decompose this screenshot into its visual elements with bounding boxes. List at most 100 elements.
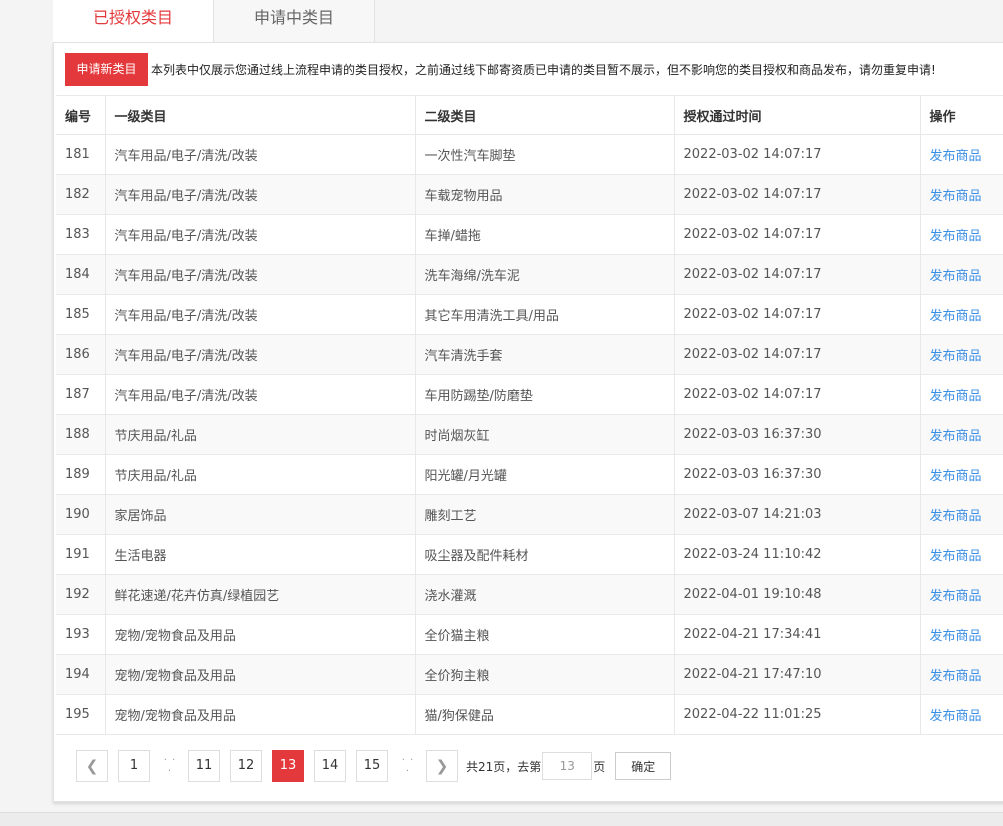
cell-cat1: 节庆用品/礼品	[105, 454, 416, 495]
cell-cat1: 汽车用品/电子/清洗/改装	[105, 214, 416, 255]
apply-new-category-button[interactable]: 申请新类目	[65, 53, 148, 86]
cell-id: 193	[56, 614, 106, 655]
cell-id: 181	[56, 134, 106, 175]
cell-id: 186	[56, 334, 106, 375]
publish-product-link[interactable]: 发布商品	[920, 574, 1003, 615]
publish-product-link[interactable]: 发布商品	[920, 414, 1003, 455]
table-row: 188 节庆用品/礼品 时尚烟灰缸 2022-03-03 16:37:30 发布商品	[56, 414, 1003, 455]
cell-id: 194	[56, 654, 106, 695]
cell-time: 2022-04-21 17:47:10	[674, 654, 921, 695]
publish-product-link[interactable]: 发布商品	[920, 654, 1003, 695]
page-button-current[interactable]: 13	[272, 750, 304, 782]
cell-cat1: 家居饰品	[105, 494, 416, 535]
table-row: 185 汽车用品/电子/清洗/改装 其它车用清洗工具/用品 2022-03-02 14…	[56, 294, 1003, 335]
confirm-button[interactable]: 确定	[615, 752, 672, 780]
cell-time: 2022-03-02 14:07:17	[674, 294, 921, 335]
publish-product-link[interactable]: 发布商品	[920, 694, 1003, 735]
publish-product-link[interactable]: 发布商品	[920, 174, 1003, 215]
pagination: ❮ 1 · · · 11 12 13 14 15 · · · ❯ 共21页，去第…	[76, 750, 672, 782]
table-row: 186 汽车用品/电子/清洗/改装 汽车清洗手套 2022-03-02 14:07:1…	[56, 334, 1003, 375]
cell-cat2: 雕刻工艺	[415, 494, 675, 535]
page-button[interactable]: 15	[356, 750, 388, 782]
cell-cat2: 一次性汽车脚垫	[415, 134, 675, 175]
cell-cat2: 汽车清洗手套	[415, 334, 675, 375]
cell-time: 2022-03-24 11:10:42	[674, 534, 921, 575]
publish-product-link[interactable]: 发布商品	[920, 374, 1003, 415]
cell-cat2: 全价猫主粮	[415, 614, 675, 655]
cell-time: 2022-04-21 17:34:41	[674, 614, 921, 655]
cell-time: 2022-03-02 14:07:17	[674, 174, 921, 215]
cell-time: 2022-03-02 14:07:17	[674, 214, 921, 255]
tab-applying[interactable]: 申请中类目	[214, 0, 375, 42]
cell-id: 185	[56, 294, 106, 335]
cell-cat1: 宠物/宠物食品及用品	[105, 614, 416, 655]
table-row: 190 家居饰品 雕刻工艺 2022-03-07 14:21:03 发布商品	[56, 494, 1003, 535]
cell-time: 2022-03-02 14:07:17	[674, 254, 921, 295]
cell-time: 2022-03-07 14:21:03	[674, 494, 921, 535]
page-suffix: 页	[593, 759, 606, 774]
publish-product-link[interactable]: 发布商品	[920, 494, 1003, 535]
cell-cat2: 阳光罐/月光罐	[415, 454, 675, 495]
page-button[interactable]: 12	[230, 750, 262, 782]
cell-cat2: 洗车海绵/洗车泥	[415, 254, 675, 295]
header-id: 编号	[56, 95, 106, 135]
publish-product-link[interactable]: 发布商品	[920, 454, 1003, 495]
publish-product-link[interactable]: 发布商品	[920, 254, 1003, 295]
cell-cat1: 节庆用品/礼品	[105, 414, 416, 455]
category-tabs: 已授权类目 申请中类目	[53, 0, 375, 43]
cell-id: 191	[56, 534, 106, 575]
cell-time: 2022-04-01 19:10:48	[674, 574, 921, 615]
cell-cat2: 浇水灌溉	[415, 574, 675, 615]
pagination-ellipsis: · · ·	[401, 755, 415, 777]
cell-cat1: 汽车用品/电子/清洗/改装	[105, 254, 416, 295]
goto-page-input[interactable]	[542, 752, 593, 780]
page-button[interactable]: 11	[188, 750, 220, 782]
cell-cat2: 其它车用清洗工具/用品	[415, 294, 675, 335]
cell-cat1: 汽车用品/电子/清洗/改装	[105, 174, 416, 215]
header-cat1: 一级类目	[105, 95, 416, 135]
notice-bar: 申请新类目 本列表中仅展示您通过线上流程申请的类目授权，之前通过线下邮寄资质已申…	[65, 53, 936, 86]
cell-time: 2022-03-03 16:37:30	[674, 454, 921, 495]
cell-id: 183	[56, 214, 106, 255]
table-header-row: 编号 一级类目 二级类目 授权通过时间 操作	[56, 95, 1003, 135]
tab-authorized[interactable]: 已授权类目	[53, 0, 214, 43]
chevron-left-icon[interactable]: ❮	[76, 750, 108, 782]
header-time: 授权通过时间	[674, 95, 921, 135]
cell-cat1: 汽车用品/电子/清洗/改装	[105, 294, 416, 335]
cell-cat2: 全价狗主粮	[415, 654, 675, 695]
cell-cat1: 鲜花速递/花卉仿真/绿植园艺	[105, 574, 416, 615]
cell-id: 184	[56, 254, 106, 295]
publish-product-link[interactable]: 发布商品	[920, 614, 1003, 655]
cell-cat2: 时尚烟灰缸	[415, 414, 675, 455]
cell-cat2: 吸尘器及配件耗材	[415, 534, 675, 575]
cell-cat1: 宠物/宠物食品及用品	[105, 654, 416, 695]
cell-time: 2022-03-02 14:07:17	[674, 374, 921, 415]
cell-time: 2022-03-02 14:07:17	[674, 134, 921, 175]
table-row: 181 汽车用品/电子/清洗/改装 一次性汽车脚垫 2022-03-02 14:07:…	[56, 134, 1003, 175]
table-row: 183 汽车用品/电子/清洗/改装 车掸/蜡拖 2022-03-02 14:07:17…	[56, 214, 1003, 255]
cell-cat1: 生活电器	[105, 534, 416, 575]
chevron-right-icon[interactable]: ❯	[426, 750, 458, 782]
publish-product-link[interactable]: 发布商品	[920, 294, 1003, 335]
cell-id: 189	[56, 454, 106, 495]
page-button[interactable]: 14	[314, 750, 346, 782]
notice-text: 本列表中仅展示您通过线上流程申请的类目授权，之前通过线下邮寄资质已申请的类目暂不…	[151, 63, 936, 77]
header-cat2: 二级类目	[415, 95, 675, 135]
cell-id: 190	[56, 494, 106, 535]
cell-cat2: 车载宠物用品	[415, 174, 675, 215]
publish-product-link[interactable]: 发布商品	[920, 214, 1003, 255]
cell-id: 187	[56, 374, 106, 415]
table-row: 192 鲜花速递/花卉仿真/绿植园艺 浇水灌溉 2022-04-01 19:10:48…	[56, 574, 1003, 615]
cell-time: 2022-03-02 14:07:17	[674, 334, 921, 375]
cell-cat1: 宠物/宠物食品及用品	[105, 694, 416, 735]
publish-product-link[interactable]: 发布商品	[920, 534, 1003, 575]
cell-cat2: 车掸/蜡拖	[415, 214, 675, 255]
table-row: 191 生活电器 吸尘器及配件耗材 2022-03-24 11:10:42 发布商品	[56, 534, 1003, 575]
cell-id: 182	[56, 174, 106, 215]
page-button[interactable]: 1	[118, 750, 150, 782]
table-row: 189 节庆用品/礼品 阳光罐/月光罐 2022-03-03 16:37:30 发布商品	[56, 454, 1003, 495]
table-row: 182 汽车用品/电子/清洗/改装 车载宠物用品 2022-03-02 14:07:1…	[56, 174, 1003, 215]
publish-product-link[interactable]: 发布商品	[920, 334, 1003, 375]
publish-product-link[interactable]: 发布商品	[920, 134, 1003, 175]
total-pages-text: 共21页，去第	[466, 759, 542, 774]
